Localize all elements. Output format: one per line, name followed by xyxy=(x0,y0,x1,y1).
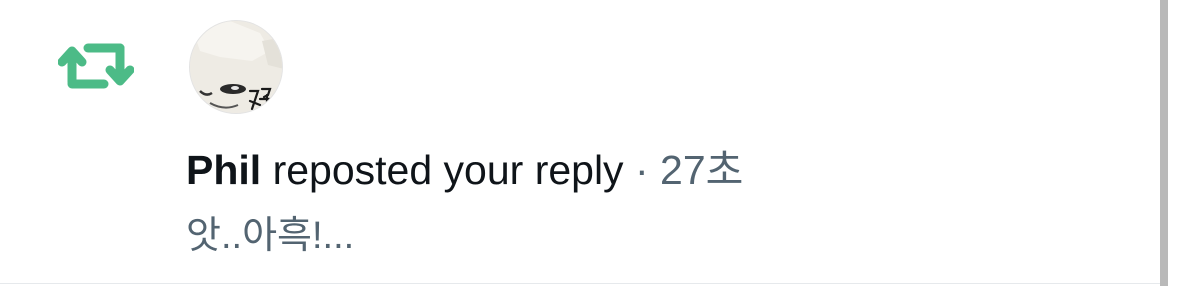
timestamp[interactable]: 27초 xyxy=(660,147,743,193)
reply-preview-text[interactable]: 앗..아흑!... xyxy=(186,211,354,261)
action-text: reposted your reply xyxy=(272,147,624,193)
scrollbar[interactable] xyxy=(1160,0,1168,286)
avatar[interactable] xyxy=(189,20,283,114)
actor-name[interactable]: Phil xyxy=(186,147,261,193)
notification-item[interactable]: Phil reposted your reply · 27초 앗..아흑!... xyxy=(0,0,1160,284)
notification-headline: Phil reposted your reply · 27초 xyxy=(186,144,743,196)
repost-icon xyxy=(57,38,135,94)
separator-dot: · xyxy=(634,147,649,193)
